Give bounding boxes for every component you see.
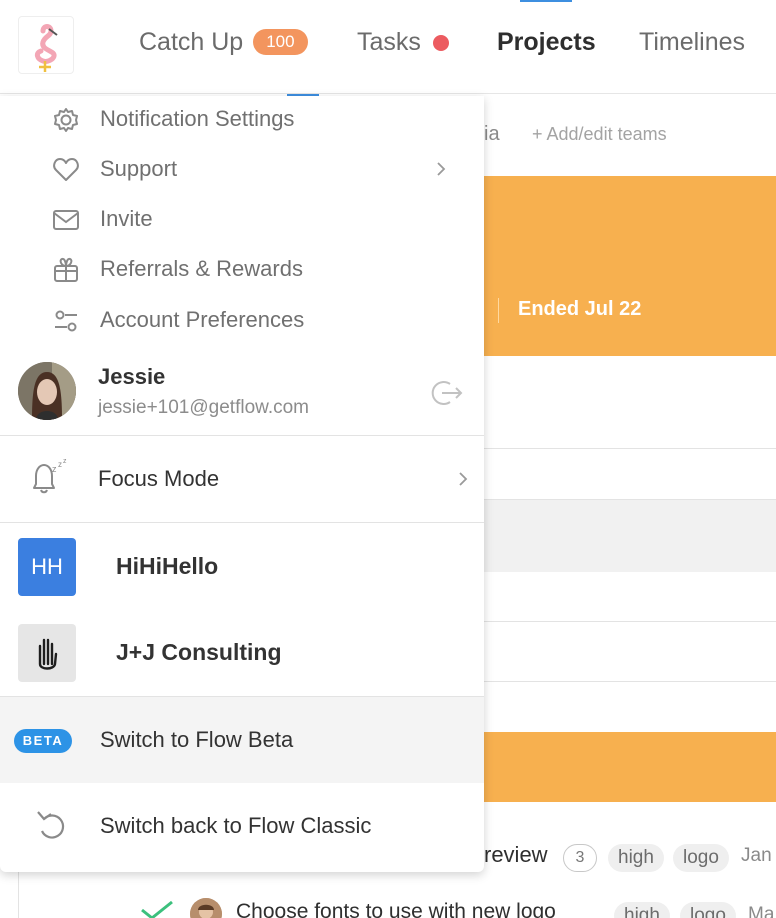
tasks-notification-dot bbox=[432, 35, 449, 51]
divider bbox=[484, 681, 776, 682]
envelope-icon bbox=[53, 210, 79, 230]
tree-line bbox=[18, 872, 19, 918]
org-name: HiHiHello bbox=[116, 553, 219, 579]
due-date: Jan bbox=[741, 845, 772, 866]
nav-timelines[interactable]: Timelines bbox=[639, 28, 745, 57]
menu-item-support[interactable]: Support bbox=[0, 144, 484, 194]
tag-label[interactable]: logo bbox=[673, 844, 729, 872]
nav-timelines-label: Timelines bbox=[639, 28, 746, 56]
band-divider bbox=[498, 298, 499, 323]
org-tile: HH bbox=[18, 538, 76, 596]
project-header-band[interactable] bbox=[484, 176, 776, 356]
snooze-bell-icon: z z z bbox=[33, 458, 67, 494]
person-icon bbox=[190, 898, 222, 918]
menu-item-referrals-rewards[interactable]: Referrals & Rewards bbox=[0, 244, 484, 294]
checkmark-icon[interactable] bbox=[140, 900, 174, 918]
undo-icon bbox=[37, 811, 65, 839]
user-email: jessie+101@getflow.com bbox=[98, 397, 309, 418]
chevron-right-icon bbox=[459, 472, 468, 486]
org-tile bbox=[18, 624, 76, 682]
org-item-jj-consulting[interactable]: J+J Consulting bbox=[0, 610, 484, 696]
heart-icon bbox=[53, 158, 79, 181]
divider bbox=[484, 621, 776, 622]
project-status-text: Ended Jul 22 bbox=[518, 298, 642, 320]
tag-label-2[interactable]: logo bbox=[680, 902, 736, 918]
svg-text:z: z bbox=[52, 464, 57, 474]
account-dropdown-menu: Notification Settings Support Invite Ref… bbox=[0, 96, 484, 872]
org-name: J+J Consulting bbox=[116, 639, 282, 665]
assignee-avatar bbox=[190, 898, 222, 918]
switch-to-classic-label: Switch back to Flow Classic bbox=[100, 813, 372, 838]
project-header-band-2[interactable] bbox=[484, 732, 776, 802]
switch-to-beta-item[interactable]: BETA Switch to Flow Beta bbox=[0, 696, 484, 783]
menu-item-label: Invite bbox=[100, 206, 153, 231]
switch-to-beta-label: Switch to Flow Beta bbox=[100, 727, 294, 752]
menu-item-label: Account Preferences bbox=[100, 307, 305, 332]
avatar bbox=[18, 362, 76, 420]
menu-item-invite[interactable]: Invite bbox=[0, 194, 484, 244]
nav-projects[interactable]: Projects bbox=[497, 28, 596, 57]
gift-icon bbox=[54, 257, 78, 282]
section-header-band bbox=[484, 500, 776, 572]
top-nav: Catch Up 100 Tasks Projects Timelines bbox=[0, 0, 776, 96]
menu-item-account-preferences[interactable]: Account Preferences bbox=[0, 295, 484, 345]
chevron-right-icon bbox=[437, 162, 446, 176]
org-item-hihihello[interactable]: HH HiHiHello bbox=[0, 524, 484, 610]
menu-item-label: Notification Settings bbox=[100, 106, 295, 131]
menu-item-label: Support bbox=[100, 156, 178, 181]
sliders-icon bbox=[55, 310, 77, 332]
due-date-2: Ma bbox=[748, 904, 775, 918]
user-name: Jessie bbox=[98, 364, 166, 389]
task-title[interactable]: review bbox=[484, 842, 548, 868]
comment-count-badge[interactable]: 3 bbox=[563, 844, 597, 872]
gear-icon bbox=[54, 108, 78, 132]
nav-tasks-label: Tasks bbox=[357, 28, 421, 56]
catch-up-count-badge: 100 bbox=[253, 29, 308, 55]
hand-icon bbox=[38, 638, 58, 670]
user-profile[interactable]: Jessie jessie+101@getflow.com bbox=[0, 352, 484, 436]
flamingo-icon bbox=[34, 24, 58, 72]
add-edit-teams-link[interactable]: + Add/edit teams bbox=[532, 124, 667, 145]
tag-priority-2[interactable]: high bbox=[614, 902, 670, 918]
svg-text:z: z bbox=[58, 460, 62, 469]
flamingo-logo[interactable] bbox=[18, 16, 74, 74]
focus-mode-label: Focus Mode bbox=[98, 466, 220, 491]
divider bbox=[484, 448, 776, 449]
beta-badge: BETA bbox=[14, 729, 72, 753]
task-title-2[interactable]: Choose fonts to use with new logo bbox=[236, 900, 556, 918]
nav-catch-up-label: Catch Up bbox=[139, 28, 244, 56]
switch-to-classic-item[interactable]: Switch back to Flow Classic bbox=[0, 783, 484, 872]
team-name-tail[interactable]: ia bbox=[484, 123, 500, 146]
nav-catch-up[interactable]: Catch Up 100 bbox=[139, 28, 308, 57]
menu-item-label: Referrals & Rewards bbox=[100, 256, 303, 281]
focus-mode-item[interactable]: z z z Focus Mode bbox=[0, 436, 484, 523]
nav-underline-projects bbox=[520, 0, 572, 2]
user-photo-icon bbox=[18, 362, 76, 420]
svg-text:z: z bbox=[63, 458, 67, 465]
tag-priority[interactable]: high bbox=[608, 844, 664, 872]
nav-tasks[interactable]: Tasks bbox=[357, 28, 449, 57]
nav-projects-label: Projects bbox=[497, 28, 596, 56]
logout-icon[interactable] bbox=[428, 378, 464, 408]
menu-item-notification-settings[interactable]: Notification Settings bbox=[0, 96, 484, 144]
